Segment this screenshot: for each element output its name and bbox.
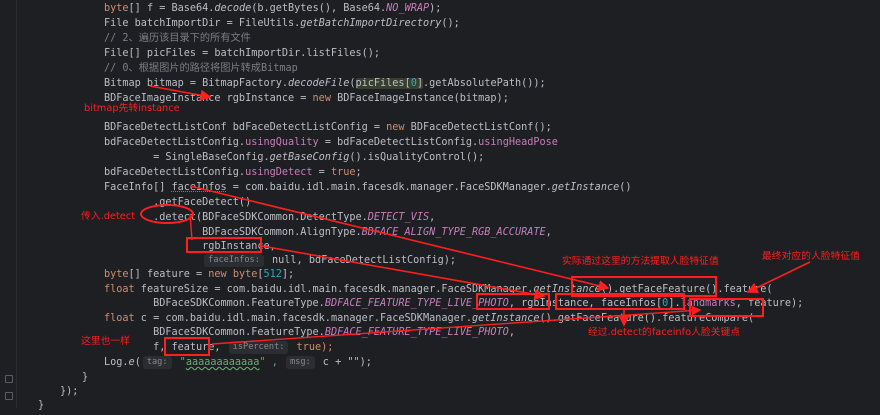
fold-marker-icon[interactable] bbox=[5, 375, 13, 383]
annotation-same-here: 这里也一样 bbox=[81, 336, 130, 347]
code-line[interactable]: Log.e(tag: "aaaaaaaaaaaa" , msg: c + "")… bbox=[104, 354, 372, 372]
annotation-bitmap-to-instance: bitmap先转instance bbox=[84, 103, 180, 114]
code-line[interactable]: } bbox=[38, 397, 44, 415]
annotation-actual-method: 实际通过这里的方法提取人脸特征值 bbox=[562, 256, 719, 267]
fold-marker-icon[interactable] bbox=[5, 392, 13, 400]
highlight-rgbinstance-arg bbox=[476, 293, 550, 310]
highlight-feature-output bbox=[689, 298, 764, 317]
annotation-detect-keypoints: 经过.detect的faceinfo人脸关键点 bbox=[588, 327, 741, 338]
highlight-rgbinstance bbox=[186, 237, 262, 253]
code-line[interactable]: } bbox=[82, 369, 88, 387]
highlight-feature-compare bbox=[164, 337, 210, 356]
param-hint: msg: bbox=[285, 356, 315, 369]
code-line[interactable]: }); bbox=[60, 383, 78, 401]
param-hint: tag: bbox=[142, 356, 172, 369]
highlight-landmarks bbox=[555, 293, 685, 310]
highlight-detect bbox=[140, 204, 194, 224]
param-hint: isPercent: bbox=[228, 341, 289, 354]
editor-gutter bbox=[0, 0, 17, 408]
code-editor[interactable]: byte[] f = Base64.decode(b.getBytes(), B… bbox=[0, 0, 880, 411]
annotation-pass-detect: 传入.detect bbox=[81, 211, 136, 222]
annotation-final-feature: 最终对应的人脸特征值 bbox=[762, 251, 860, 262]
